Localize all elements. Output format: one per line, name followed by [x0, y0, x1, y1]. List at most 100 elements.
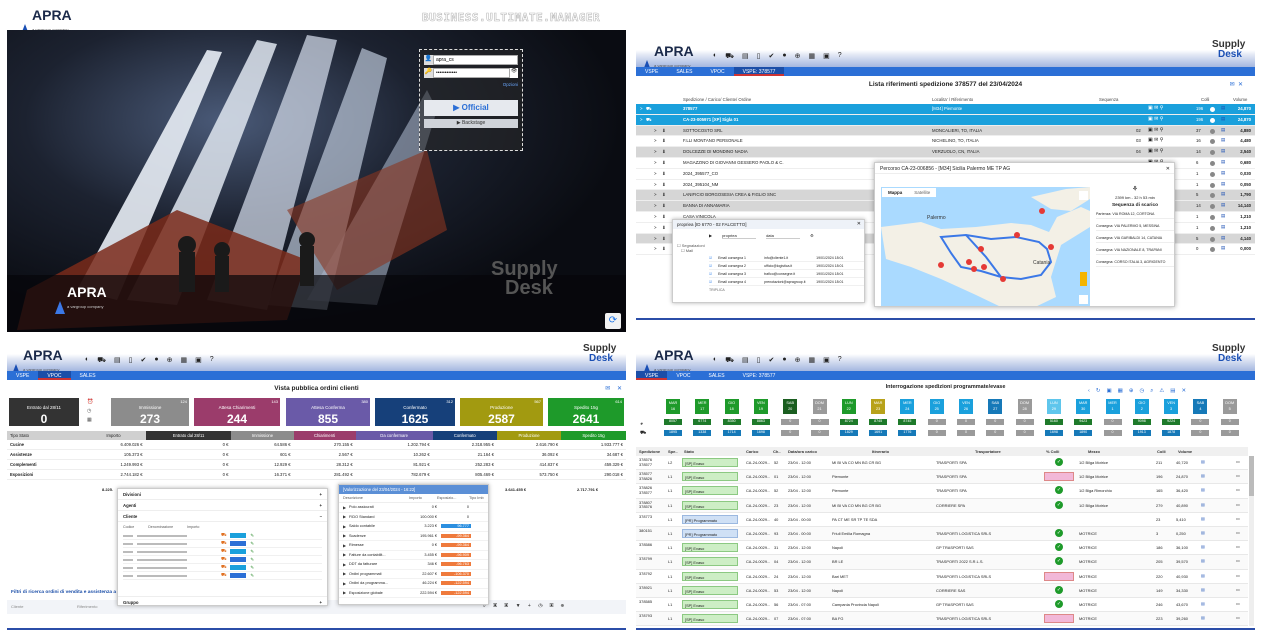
- expand-icon[interactable]: +: [319, 492, 322, 497]
- help-icon[interactable]: ?: [838, 52, 842, 61]
- table-header[interactable]: Produzione: [496, 431, 562, 440]
- edit-icon[interactable]: ✎: [250, 549, 254, 555]
- row-status-icons[interactable]: ▣ ✉ ⚲: [1148, 105, 1163, 111]
- edit-icon[interactable]: ✎: [250, 573, 254, 579]
- clock-icon[interactable]: ◷: [87, 407, 93, 416]
- save-icon[interactable]: ▣: [195, 356, 202, 365]
- network-icon[interactable]: ⊕: [795, 356, 801, 365]
- expand-icon[interactable]: >: [654, 138, 657, 143]
- table-header[interactable]: Da confermare: [355, 431, 433, 440]
- exposure-row[interactable]: ▶ Rimesse 0 € -99.364: [339, 541, 488, 551]
- check-icon[interactable]: ✔: [141, 356, 147, 365]
- table-header[interactable]: Confermato: [432, 431, 497, 440]
- exposure-row[interactable]: ▶ DDT da fatturare 346 € -96.763: [339, 560, 488, 570]
- calendar-icon[interactable]: ▦: [87, 416, 93, 425]
- expand-icon[interactable]: >: [654, 214, 657, 219]
- row-status-icons[interactable]: ▣ ✉ ⚲: [1148, 127, 1163, 133]
- mail-checkbox[interactable]: ☑: [709, 256, 712, 260]
- expand-icon[interactable]: >: [654, 171, 657, 176]
- truck-icon[interactable]: ⛟: [97, 356, 106, 365]
- cliente-row[interactable]: ⛟ ✎: [123, 564, 322, 572]
- doc-icon[interactable]: ▯: [757, 356, 761, 365]
- username-input[interactable]: [433, 55, 518, 65]
- mail-row[interactable]: ☑ Email consegna 4 prenotazioni@apragroup.…: [709, 278, 864, 286]
- exposure-row[interactable]: ▶ FIDO Standard 100.000 €0: [339, 513, 488, 522]
- scrollbar-thumb[interactable]: [1249, 456, 1254, 496]
- cliente-row[interactable]: ⛟ ✎: [123, 540, 322, 548]
- save-icon[interactable]: ▣: [823, 356, 830, 365]
- shipment-row[interactable]: > ⬇ SOTTOCOSTO SRL MONCALIERI, TO, ITALIA 02…: [636, 125, 1255, 137]
- mail-field-2[interactable]: data: [766, 233, 801, 239]
- row-doc-icon[interactable]: ▤: [1221, 127, 1225, 133]
- table-header[interactable]: Spedito 15g: [561, 431, 626, 440]
- exposure-row[interactable]: ▶ Esposizione globale 222.594 € -122.594: [339, 589, 488, 598]
- shipment-row[interactable]: > ⛟ CA-23-005971 [XP] Sigla 01 ▣ ✉ ⚲ 196 ▤ 24,…: [636, 114, 1255, 126]
- row-doc-icon[interactable]: ▤: [1201, 459, 1205, 464]
- collapse-icon[interactable]: −: [319, 514, 322, 519]
- row-doc-icon[interactable]: ▤: [1221, 181, 1225, 187]
- row-doc-icon[interactable]: ▤: [1201, 601, 1205, 606]
- table-row[interactable]: 378826 378577 L1 [SP] Evaso CA-24-0029... 52…: [636, 484, 1248, 499]
- row-doc-icon[interactable]: ▤: [1221, 137, 1225, 143]
- monitor-icon[interactable]: ▭: [1236, 573, 1240, 578]
- contrast-icon[interactable]: ◐: [85, 356, 89, 365]
- doc-icon[interactable]: ▯: [757, 52, 761, 61]
- row-status-icons[interactable]: ▣ ✉ ⚲: [1148, 148, 1163, 154]
- check-icon[interactable]: ✔: [769, 52, 775, 61]
- grid-icon[interactable]: ▦: [809, 356, 816, 365]
- chat-icon[interactable]: ●: [782, 356, 786, 365]
- close-icon[interactable]: ✕: [1238, 82, 1243, 88]
- table-row[interactable]: Esposizioni 2.744.182 €0 €16.371 €281.492…: [7, 469, 626, 480]
- filter-cliente[interactable]: Cliente: [11, 604, 23, 609]
- tab-vspe[interactable]: VSPE: [636, 67, 667, 76]
- play-icon[interactable]: ▶: [709, 233, 712, 239]
- mail-checkbox[interactable]: ☑: [709, 280, 712, 284]
- row-doc-icon[interactable]: ▤: [1221, 116, 1225, 122]
- day-tile[interactable]: SAB 4: [1193, 399, 1208, 414]
- table-row[interactable]: 378792 L1 [SP] Evaso CA-24-0029... 24 23/04 -…: [636, 569, 1248, 584]
- expand-icon[interactable]: >: [640, 117, 643, 122]
- close-icon[interactable]: ✕: [857, 221, 861, 227]
- monitor-icon[interactable]: ▭: [1236, 615, 1240, 620]
- group-cliente[interactable]: Cliente −: [118, 511, 327, 522]
- day-tile[interactable]: MAR 23: [871, 399, 886, 414]
- table-row[interactable]: 380151 L1 [PR] Programmato CA-24-0029... 93 2…: [636, 526, 1248, 542]
- kpi-card[interactable]: Confermato 1625 312: [375, 398, 455, 426]
- table-row[interactable]: 378807 378576 L1 [SP] Evaso CA-24-0029... 23…: [636, 498, 1248, 513]
- monitor-icon[interactable]: ▭: [1236, 516, 1240, 521]
- cliente-row[interactable]: ⛟ ✎: [123, 532, 322, 540]
- row-doc-icon[interactable]: ▤: [1201, 487, 1205, 492]
- row-doc-icon[interactable]: ▤: [1201, 473, 1205, 478]
- settings-icon[interactable]: ⚙: [810, 233, 814, 239]
- day-tile[interactable]: SAB 20: [783, 399, 798, 414]
- day-tile[interactable]: LUN 22: [841, 399, 856, 414]
- exposure-row[interactable]: ▶ Ordini da programma... 46.224 € -122.594: [339, 579, 488, 589]
- recaptcha-icon[interactable]: ⟳: [605, 313, 621, 329]
- mail-icon[interactable]: ✉: [605, 386, 610, 392]
- exposure-row[interactable]: ▶ Saldo contabile 3.223 €96.777: [339, 522, 488, 532]
- table-row[interactable]: 378793 L1 [SP] Evaso CA-24-0029... 07 23/04 -…: [636, 612, 1248, 627]
- building-icon[interactable]: ▤: [742, 52, 749, 61]
- expand-icon[interactable]: >: [654, 236, 657, 241]
- tab-vpoc[interactable]: VPOC: [667, 371, 699, 380]
- day-tile[interactable]: GIO 18: [724, 399, 739, 414]
- contrast-icon[interactable]: ◐: [713, 356, 717, 365]
- mail-checkbox[interactable]: ☑: [709, 264, 712, 268]
- row-doc-icon[interactable]: ▤: [1221, 159, 1225, 165]
- kpi-card[interactable]: Produzione 2587 567: [460, 398, 543, 426]
- tab-vspe[interactable]: VSPE: [636, 371, 668, 380]
- table-header[interactable]: Entrato dal 28/11: [145, 431, 232, 440]
- truck-icon[interactable]: ⛟: [725, 356, 734, 365]
- help-icon[interactable]: ?: [210, 356, 214, 365]
- group-gruppo[interactable]: Gruppo +: [118, 596, 327, 606]
- check-icon[interactable]: ✔: [769, 356, 775, 365]
- table-row[interactable]: 378576 378577 L2 [SP] Evaso CA-24-0029... 52…: [636, 456, 1248, 471]
- monitor-icon[interactable]: ▭: [1236, 558, 1240, 563]
- day-tile[interactable]: MER 24: [900, 399, 915, 414]
- day-tile[interactable]: DOM 21: [812, 399, 827, 414]
- expand-icon[interactable]: >: [654, 225, 657, 230]
- chat-icon[interactable]: ●: [782, 52, 786, 61]
- shipment-row[interactable]: > ⛟ 378577 [M34] Piemonte ▣ ✉ ⚲ 196 ▤ 24,870: [636, 104, 1255, 115]
- scheduled-actions[interactable]: ‹↻▣▦⊕◷⌕⚠▤✕: [1088, 388, 1192, 395]
- expand-icon[interactable]: >: [654, 192, 657, 197]
